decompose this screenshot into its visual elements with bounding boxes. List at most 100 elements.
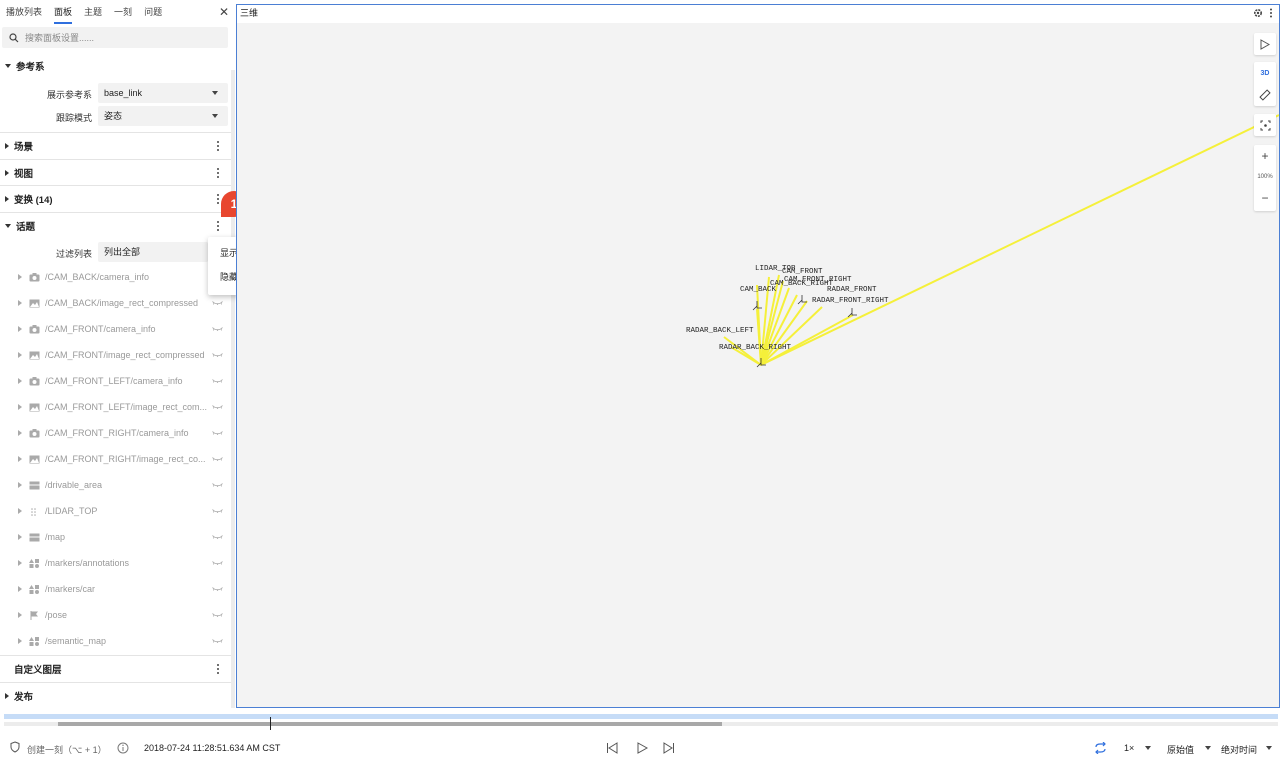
kebab-menu-icon[interactable] <box>217 194 220 204</box>
eye-hidden-icon[interactable] <box>212 535 223 539</box>
camera-icon <box>29 324 40 334</box>
timeline-playhead[interactable] <box>270 717 271 730</box>
timeline-loaded-range[interactable] <box>4 714 1278 719</box>
topic-row[interactable]: /CAM_FRONT/image_rect_compressed <box>0 342 232 368</box>
section-topics[interactable]: 话题 <box>0 213 230 239</box>
topic-row[interactable]: /markers/car <box>0 576 232 602</box>
eye-hidden-icon[interactable] <box>212 457 223 461</box>
chevron-right-icon <box>5 693 9 699</box>
kebab-menu-icon[interactable] <box>217 168 220 178</box>
sidebar-scrollbar[interactable] <box>231 70 235 708</box>
points-icon <box>29 507 40 516</box>
eye-hidden-icon[interactable] <box>212 431 223 435</box>
tab-playlist[interactable]: 播放列表 <box>6 0 42 24</box>
kebab-menu-icon[interactable] <box>217 664 220 674</box>
topic-name: /markers/annotations <box>45 558 130 568</box>
section-scene[interactable]: 场景 <box>0 133 230 159</box>
topic-name: /CAM_FRONT_LEFT/camera_info <box>45 376 183 386</box>
display-frame-select[interactable]: base_link <box>98 83 228 103</box>
section-scene-title: 场景 <box>14 142 34 153</box>
skip-back-icon[interactable] <box>606 742 618 754</box>
frame-label: RADAR_FRONT_RIGHT <box>812 297 889 305</box>
info-icon[interactable] <box>117 742 129 754</box>
search-box <box>2 27 228 48</box>
section-frame[interactable]: 参考系 <box>0 53 230 79</box>
section-frame-title: 参考系 <box>16 62 45 73</box>
topic-row[interactable]: /map <box>0 524 232 550</box>
eye-hidden-icon[interactable] <box>212 613 223 617</box>
topic-row[interactable]: /CAM_FRONT_LEFT/camera_info <box>0 368 232 394</box>
topic-row[interactable]: /markers/annotations <box>0 550 232 576</box>
topic-row[interactable]: /pose <box>0 602 232 628</box>
section-publish-title: 发布 <box>14 692 34 703</box>
select-tool-button[interactable] <box>1254 33 1276 55</box>
chevron-right-icon <box>18 456 22 462</box>
value-mode-select[interactable]: 原始值 <box>1167 743 1194 756</box>
follow-mode-select[interactable]: 姿态 <box>98 106 228 126</box>
follow-mode-label: 跟踪模式 <box>55 113 92 123</box>
topic-row[interactable]: /LIDAR_TOP <box>0 498 232 524</box>
section-transforms[interactable]: 变换 (14) <box>0 186 230 212</box>
scene-canvas[interactable]: LIDAR_TOPCAM_BACKCAM_FRONTCAM_FRONT_RIGH… <box>237 23 1279 707</box>
section-publish[interactable]: 发布 <box>0 683 230 708</box>
tab-panel[interactable]: 面板 <box>54 0 73 24</box>
zoom-out-button[interactable]: − <box>1254 187 1276 209</box>
loop-icon[interactable] <box>1094 742 1107 754</box>
filter-value: 列出全部 <box>104 247 141 257</box>
create-moment-button[interactable]: 创建一刻（⌥ + 1） <box>27 743 107 756</box>
eye-hidden-icon[interactable] <box>212 561 223 565</box>
eye-hidden-icon[interactable] <box>212 405 223 409</box>
3d-viewport[interactable]: 三维 LIDAR_TOP CAM_BACK CAM_FRONT CAM_FRONT_R… <box>236 4 1280 708</box>
search-input[interactable] <box>25 32 215 43</box>
more-vertical-icon[interactable] <box>1269 8 1273 18</box>
chevron-right-icon <box>18 300 22 306</box>
time-mode-select[interactable]: 绝对时间 <box>1221 743 1257 756</box>
play-icon[interactable] <box>636 742 648 754</box>
eye-hidden-icon[interactable] <box>212 327 223 331</box>
section-custom-layers[interactable]: 自定义图层 <box>0 656 230 682</box>
eye-hidden-icon[interactable] <box>212 639 223 643</box>
eye-hidden-icon[interactable] <box>212 379 223 383</box>
kebab-menu-icon[interactable] <box>217 141 220 151</box>
select-tool-group <box>1254 33 1276 55</box>
topic-row[interactable]: /CAM_FRONT_RIGHT/camera_info <box>0 420 232 446</box>
camera-icon <box>29 428 40 438</box>
speed-select[interactable]: 1× <box>1124 743 1134 753</box>
toggle-3d-button[interactable]: 3D <box>1254 62 1276 84</box>
topic-name: /map <box>45 532 66 542</box>
filter-select[interactable]: 列出全部 <box>98 242 208 262</box>
shapes-icon <box>29 558 40 568</box>
chevron-right-icon <box>18 352 22 358</box>
measure-tool-button[interactable] <box>1254 84 1276 106</box>
chevron-right-icon <box>18 560 22 566</box>
topic-row[interactable]: /CAM_FRONT_LEFT/image_rect_com... <box>0 394 232 420</box>
skip-forward-icon[interactable] <box>663 742 675 754</box>
topics-kebab-menu-icon[interactable] <box>217 221 220 231</box>
eye-hidden-icon[interactable] <box>212 509 223 513</box>
display-frame-value: base_link <box>104 88 143 98</box>
section-view[interactable]: 视图 <box>0 160 230 186</box>
close-icon[interactable]: ✕ <box>219 5 229 19</box>
topic-row[interactable]: /CAM_BACK/camera_info <box>0 264 232 290</box>
eye-hidden-icon[interactable] <box>212 587 223 591</box>
eye-hidden-icon[interactable] <box>212 301 223 305</box>
topic-row[interactable]: /drivable_area <box>0 472 232 498</box>
topic-row[interactable]: /CAM_FRONT/camera_info <box>0 316 232 342</box>
image-icon <box>29 455 40 464</box>
focus-button[interactable] <box>1254 114 1276 136</box>
zoom-in-button[interactable]: + <box>1254 145 1276 167</box>
tab-problems[interactable]: 问题 <box>144 0 162 24</box>
viewport-header: 三维 <box>237 5 1279 23</box>
tab-topics[interactable]: 主题 <box>84 0 102 24</box>
topic-row[interactable]: /CAM_FRONT_RIGHT/image_rect_co... <box>0 446 232 472</box>
topic-row[interactable]: /semantic_map <box>0 628 232 654</box>
topic-row[interactable]: /CAM_BACK/image_rect_compressed <box>0 290 232 316</box>
chevron-right-icon <box>5 170 9 176</box>
caret-down-icon <box>1145 746 1151 750</box>
gear-icon[interactable] <box>1253 8 1263 18</box>
shield-icon <box>10 741 20 753</box>
shapes-icon <box>29 636 40 646</box>
eye-hidden-icon[interactable] <box>212 483 223 487</box>
eye-hidden-icon[interactable] <box>212 353 223 357</box>
tab-moments[interactable]: 一刻 <box>114 0 132 24</box>
